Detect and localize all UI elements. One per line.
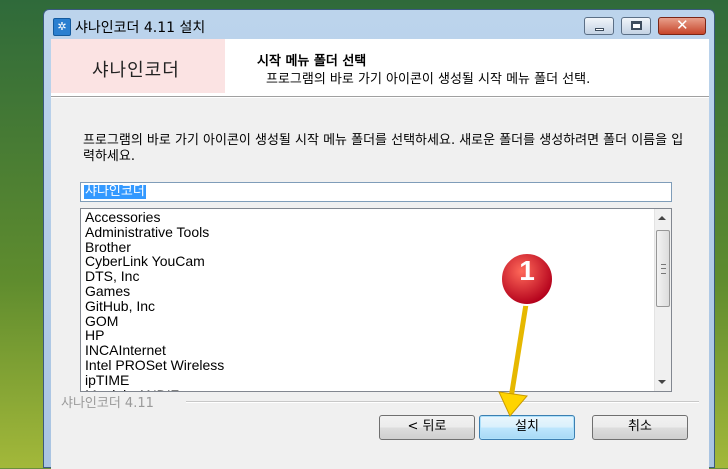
folder-list-item[interactable]: DTS, Inc xyxy=(85,269,645,284)
annotation-badge-number: 1 xyxy=(519,255,535,286)
folder-list-item[interactable]: Games xyxy=(85,284,645,299)
folder-list-item[interactable]: GOM xyxy=(85,313,645,329)
grip-icon xyxy=(661,264,666,274)
app-icon: ✲ xyxy=(53,18,71,36)
back-button[interactable]: < 뒤로 xyxy=(379,415,475,440)
folder-list-scrollbar[interactable] xyxy=(654,209,671,391)
install-button[interactable]: 설치 xyxy=(479,415,575,440)
folder-list-item[interactable]: Maniain ANDIZ xyxy=(85,387,645,391)
instruction-text: 프로그램의 바로 가기 아이콘이 생성될 시작 메뉴 폴더를 선택하세요. 새로… xyxy=(83,133,684,164)
folder-list-item[interactable]: Administrative Tools xyxy=(85,224,645,240)
folder-list-item[interactable]: CyberLink YouCam xyxy=(85,254,645,269)
installer-window: ✲ 샤나인코더 4.11 설치 ✕ 샤나인코더 시작 메뉴 폴더 선택 프로그램… xyxy=(43,9,715,469)
folder-list-item[interactable]: ipTIME xyxy=(85,372,645,388)
dialog-client-area: 샤나인코더 시작 메뉴 폴더 선택 프로그램의 바로 가기 아이콘이 생성될 시… xyxy=(51,39,709,469)
folder-list-item[interactable]: Intel PROSet Wireless xyxy=(85,358,645,373)
maximize-button[interactable] xyxy=(621,17,651,35)
title-bar[interactable]: ✲ 샤나인코더 4.11 설치 ✕ xyxy=(44,10,714,40)
folder-list-item[interactable]: Brother xyxy=(85,239,645,255)
brand-logo-panel: 샤나인코더 xyxy=(51,39,225,93)
folder-list-item[interactable]: HP xyxy=(85,328,645,343)
scroll-up-arrow-icon[interactable] xyxy=(658,216,666,220)
close-icon: ✕ xyxy=(676,16,689,34)
header-divider xyxy=(51,96,709,98)
cancel-button[interactable]: 취소 xyxy=(592,415,688,440)
start-menu-folder-input[interactable]: 샤나인코더 xyxy=(80,182,672,202)
page-subtitle: 프로그램의 바로 가기 아이콘이 생성될 시작 메뉴 폴더 선택. xyxy=(266,72,591,87)
folder-list-items: Accessories Administrative Tools Brother Cy… xyxy=(85,210,645,391)
brand-logo-text: 샤나인코더 xyxy=(92,60,180,81)
minimize-button[interactable] xyxy=(584,17,614,35)
installer-brand-label: 샤나인코더 4.11 xyxy=(61,396,154,411)
footer-divider xyxy=(186,401,699,403)
maximize-icon xyxy=(631,21,642,30)
minimize-icon xyxy=(595,28,604,31)
folder-list-item[interactable]: Accessories xyxy=(85,210,645,225)
wizard-header: 샤나인코더 시작 메뉴 폴더 선택 프로그램의 바로 가기 아이콘이 생성될 시… xyxy=(51,39,709,96)
selected-folder-text: 샤나인코더 xyxy=(84,184,146,199)
folder-list-item[interactable]: INCAInternet xyxy=(85,343,645,358)
scroll-down-arrow-icon[interactable] xyxy=(658,380,666,384)
start-menu-folder-list[interactable]: Accessories Administrative Tools Brother Cy… xyxy=(80,208,672,392)
folder-list-item[interactable]: GitHub, Inc xyxy=(85,298,645,314)
window-title: 샤나인코더 4.11 설치 xyxy=(75,20,206,36)
scrollbar-thumb[interactable] xyxy=(656,230,670,307)
close-button[interactable]: ✕ xyxy=(658,16,706,35)
page-title: 시작 메뉴 폴더 선택 xyxy=(257,54,367,69)
